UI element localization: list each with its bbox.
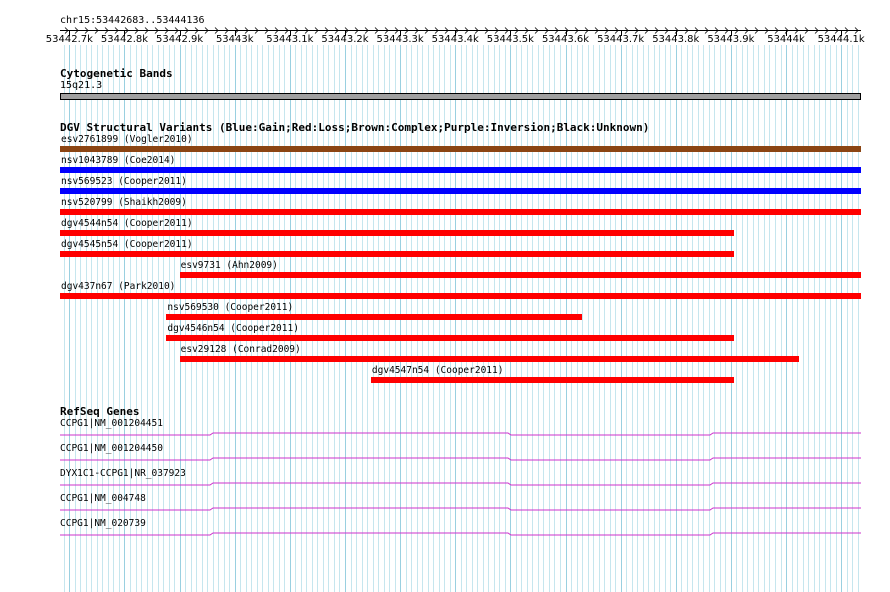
gene-model — [60, 432, 861, 436]
gene-model — [60, 457, 861, 461]
gene-label: CCPG1|NM_004748 — [60, 493, 146, 504]
gene-model — [60, 507, 861, 511]
genome-browser-panel: chr15:53442683..53444136 53442.7k 53442.8… — [0, 0, 890, 592]
gene-label: CCPG1|NM_001204451 — [60, 418, 163, 429]
gene-model — [60, 482, 861, 486]
gene-label: CCPG1|NM_020739 — [60, 518, 146, 529]
gene-model — [60, 532, 861, 536]
gene-label: DYX1C1-CCPG1|NR_037923 — [60, 468, 186, 479]
gene-label: CCPG1|NM_001204450 — [60, 443, 163, 454]
